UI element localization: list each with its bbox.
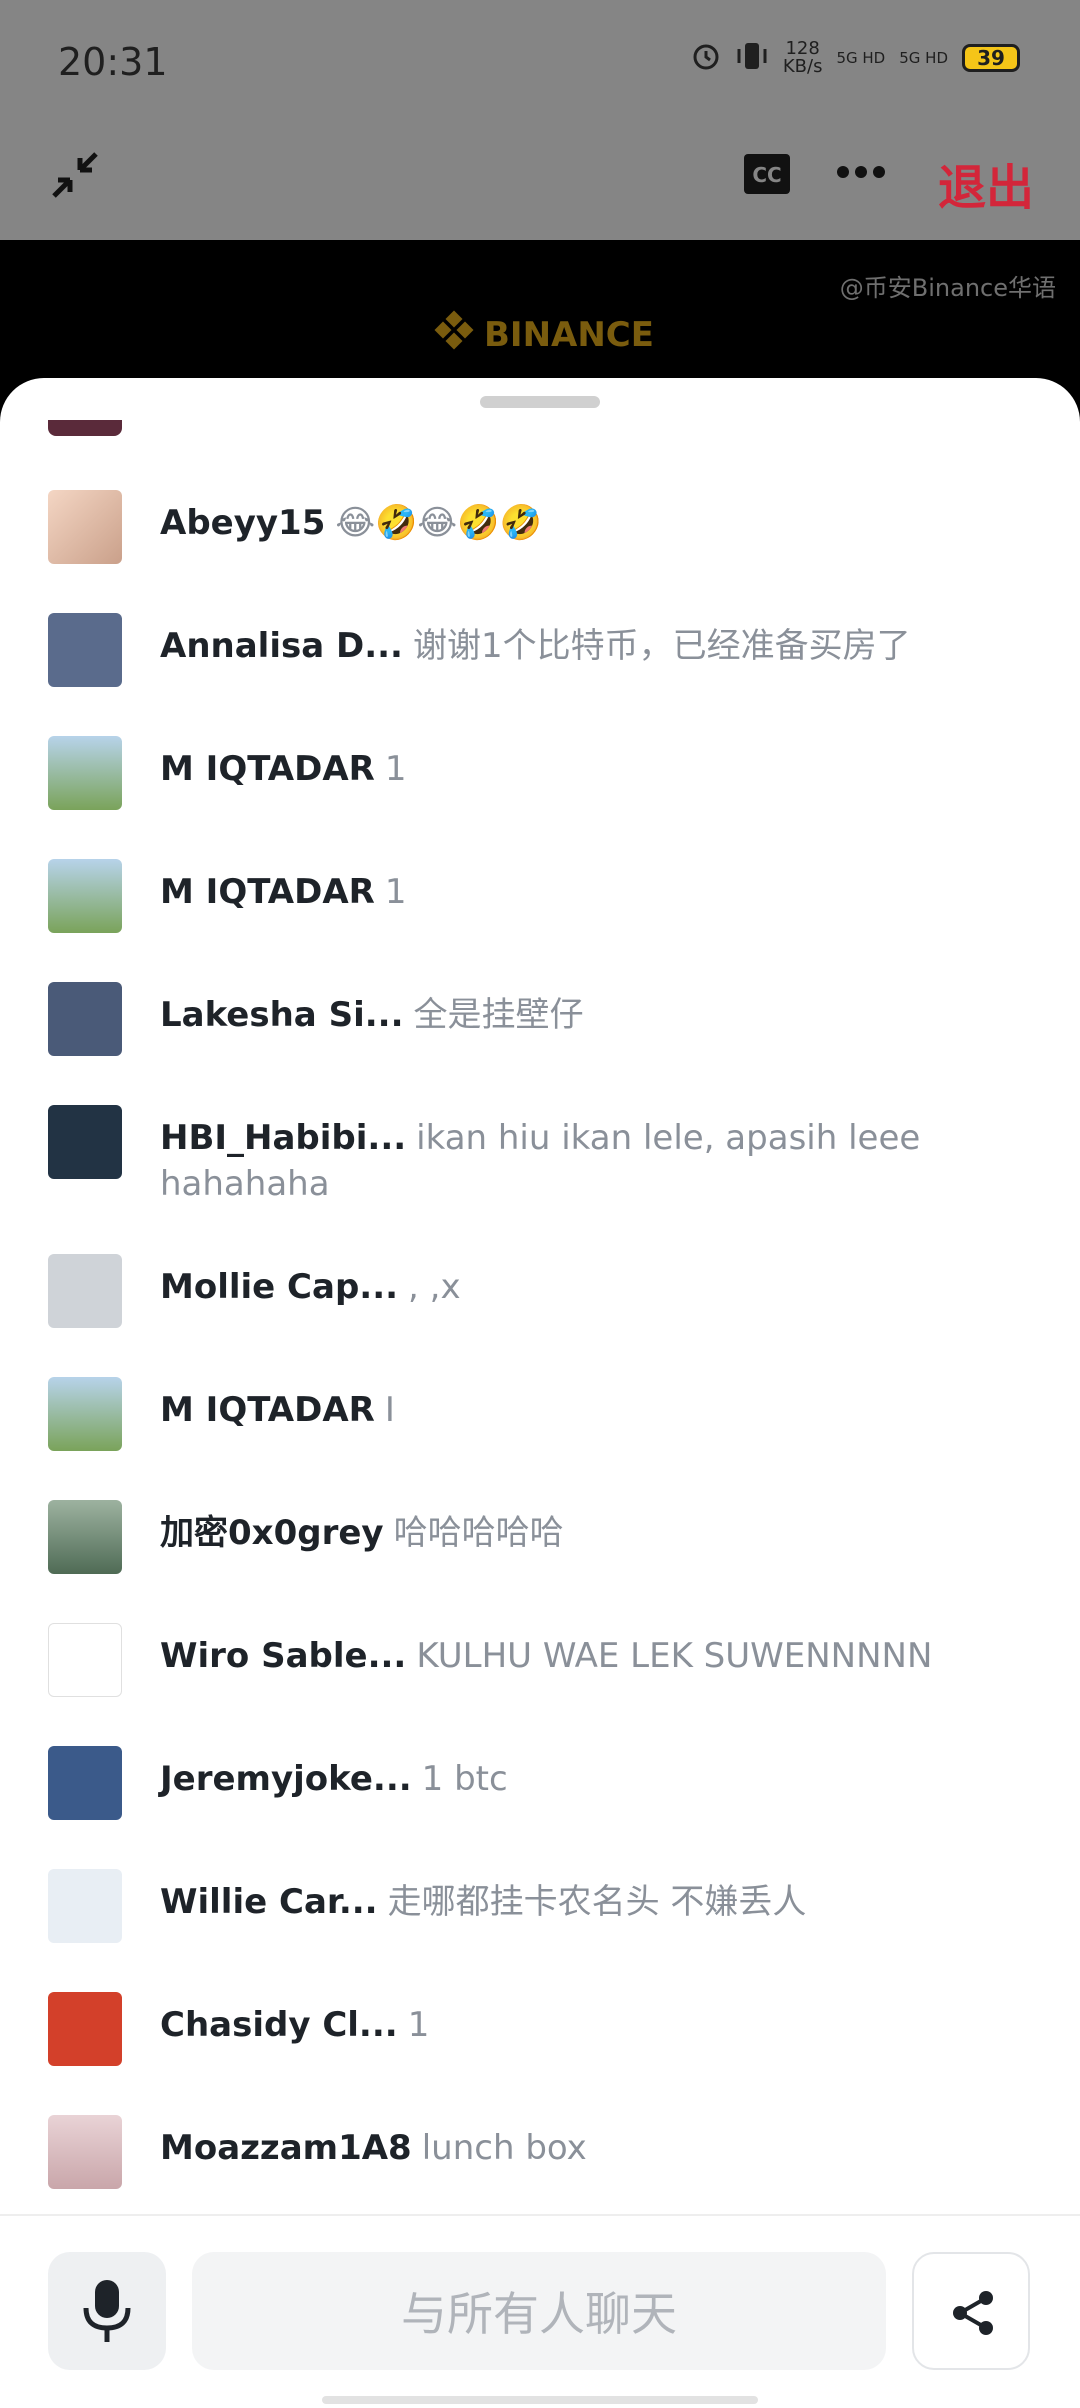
chat-message-body: Moazzam1A8 lunch box — [160, 2115, 1020, 2171]
chat-input-placeholder: 与所有人聊天 — [401, 2287, 677, 2341]
mic-button[interactable] — [48, 2252, 166, 2370]
chat-username[interactable]: Lakesha Si... — [160, 995, 403, 1035]
user-avatar[interactable] — [48, 490, 122, 564]
chat-message: Annalisa D... 谢谢1个比特币，已经准备买房了 — [48, 613, 1048, 687]
top-bar: 20:31 128 KB/s 5G HD 5G HD 39 CC 退出 — [0, 0, 1080, 240]
chat-message: Abeyy15 😂🤣😂🤣🤣 — [48, 490, 1048, 564]
chat-text: 1 — [384, 872, 407, 912]
chat-text: 1 — [384, 749, 407, 789]
user-avatar[interactable] — [48, 2115, 122, 2189]
user-avatar[interactable] — [48, 1254, 122, 1328]
binance-diamond-icon — [434, 310, 474, 359]
chat-username[interactable]: Chasidy Cl... — [160, 2005, 398, 2045]
sheet-drag-handle[interactable] — [480, 396, 600, 408]
chat-message-body: Willie Car... 走哪都挂卡农名头 不嫌丢人 — [160, 1869, 1020, 1925]
more-icon[interactable] — [836, 164, 886, 183]
chat-username[interactable]: M IQTADAR — [160, 1390, 375, 1430]
closed-caption-icon[interactable]: CC — [744, 154, 790, 198]
chat-text: , ,x — [408, 1267, 461, 1307]
signal-2: 5G HD — [899, 48, 948, 67]
chat-message-body: Jeremyjoke... 1 btc — [160, 1746, 1020, 1802]
chat-text: 1 — [407, 2005, 430, 2045]
exit-button[interactable]: 退出 — [938, 148, 1034, 218]
chat-message-body: M IQTADAR 1 — [160, 859, 1020, 915]
chat-username[interactable]: Mollie Cap... — [160, 1267, 398, 1307]
user-avatar[interactable] — [48, 1869, 122, 1943]
alarm-icon — [691, 41, 721, 75]
home-indicator[interactable] — [322, 2396, 758, 2404]
chat-message-body: Abeyy15 😂🤣😂🤣🤣 — [160, 490, 1020, 546]
chat-username[interactable]: M IQTADAR — [160, 872, 375, 912]
user-avatar[interactable] — [48, 1992, 122, 2066]
chat-username[interactable]: Willie Car... — [160, 1882, 378, 1922]
chat-username[interactable]: Annalisa D... — [160, 626, 403, 666]
chat-username[interactable]: HBI_Habibi... — [160, 1118, 406, 1158]
input-divider — [0, 2214, 1080, 2216]
chat-message: Mollie Cap..., ,x — [48, 1254, 1048, 1328]
chat-message: 加密0x0grey 哈哈哈哈哈 — [48, 1500, 1048, 1574]
chat-text: 哈哈哈哈哈 — [393, 1513, 564, 1553]
network-speed: 128 KB/s — [782, 38, 823, 77]
chat-message: Chasidy Cl... 1 — [48, 1992, 1048, 2066]
partial-avatar — [48, 420, 122, 436]
chat-text: 走哪都挂卡农名头 不嫌丢人 — [387, 1882, 807, 1922]
user-avatar[interactable] — [48, 1623, 122, 1697]
share-button[interactable] — [912, 2252, 1030, 2370]
chat-message-body: M IQTADAR 1 — [160, 736, 1020, 792]
chat-message-body: M IQTADAR I — [160, 1377, 1020, 1433]
svg-text:CC: CC — [752, 163, 781, 187]
chat-text: KULHU WAE LEK SUWENNNNN — [416, 1636, 933, 1676]
chat-message: M IQTADAR I — [48, 1377, 1048, 1451]
binance-logo-text: BINANCE — [484, 314, 654, 355]
user-avatar[interactable] — [48, 1500, 122, 1574]
minimize-icon[interactable] — [50, 150, 100, 204]
video-watermark: @币安Binance华语 — [839, 274, 1056, 302]
chat-message: Lakesha Si... 全是挂壁仔 — [48, 982, 1048, 1056]
chat-message: Wiro Sable... KULHU WAE LEK SUWENNNNN — [48, 1623, 1048, 1697]
chat-message-body: 加密0x0grey 哈哈哈哈哈 — [160, 1500, 1020, 1556]
chat-message-body: HBI_Habibi... ikan hiu ikan lele, apasih … — [160, 1105, 1020, 1207]
chat-message-body: Chasidy Cl... 1 — [160, 1992, 1020, 2048]
status-icons: 128 KB/s 5G HD 5G HD 39 — [691, 40, 1020, 76]
chat-username[interactable]: Moazzam1A8 — [160, 2128, 412, 2168]
chat-message: HBI_Habibi... ikan hiu ikan lele, apasih … — [48, 1105, 1048, 1207]
chat-username[interactable]: M IQTADAR — [160, 749, 375, 789]
signal-1: 5G HD — [836, 48, 886, 67]
user-avatar[interactable] — [48, 1105, 122, 1179]
chat-text: 1 btc — [421, 1759, 508, 1799]
chat-message-body: Wiro Sable... KULHU WAE LEK SUWENNNNN — [160, 1623, 1020, 1679]
chat-message-body: Annalisa D... 谢谢1个比特币，已经准备买房了 — [160, 613, 1020, 669]
user-avatar[interactable] — [48, 736, 122, 810]
user-avatar[interactable] — [48, 1746, 122, 1820]
battery-icon: 39 — [962, 44, 1020, 72]
user-avatar[interactable] — [48, 982, 122, 1056]
share-icon — [950, 2290, 996, 2340]
chat-message-body: Lakesha Si... 全是挂壁仔 — [160, 982, 1020, 1038]
chat-input[interactable]: 与所有人聊天 — [192, 2252, 886, 2370]
chat-username[interactable]: Abeyy15 — [160, 503, 325, 543]
chat-message: Moazzam1A8 lunch box — [48, 2115, 1048, 2189]
chat-message: Jeremyjoke... 1 btc — [48, 1746, 1048, 1820]
user-avatar[interactable] — [48, 1377, 122, 1451]
vibrate-icon — [735, 40, 769, 76]
chat-username[interactable]: Jeremyjoke... — [160, 1759, 412, 1799]
binance-logo: BINANCE — [434, 310, 654, 359]
chat-text: 谢谢1个比特币，已经准备买房了 — [412, 626, 911, 666]
chat-message: M IQTADAR 1 — [48, 859, 1048, 933]
chat-text: lunch box — [421, 2128, 587, 2168]
chat-username[interactable]: 加密0x0grey — [160, 1513, 384, 1553]
user-avatar[interactable] — [48, 613, 122, 687]
chat-text: 全是挂壁仔 — [413, 995, 584, 1035]
chat-message: M IQTADAR 1 — [48, 736, 1048, 810]
chat-text: I — [384, 1390, 395, 1430]
user-avatar[interactable] — [48, 859, 122, 933]
chat-username[interactable]: Wiro Sable... — [160, 1636, 406, 1676]
chat-message: Willie Car... 走哪都挂卡农名头 不嫌丢人 — [48, 1869, 1048, 1943]
microphone-icon — [82, 2280, 132, 2348]
chat-message-body: Mollie Cap..., ,x — [160, 1254, 1020, 1310]
chat-text: 😂🤣😂🤣🤣 — [335, 503, 542, 543]
status-time: 20:31 — [58, 40, 168, 84]
